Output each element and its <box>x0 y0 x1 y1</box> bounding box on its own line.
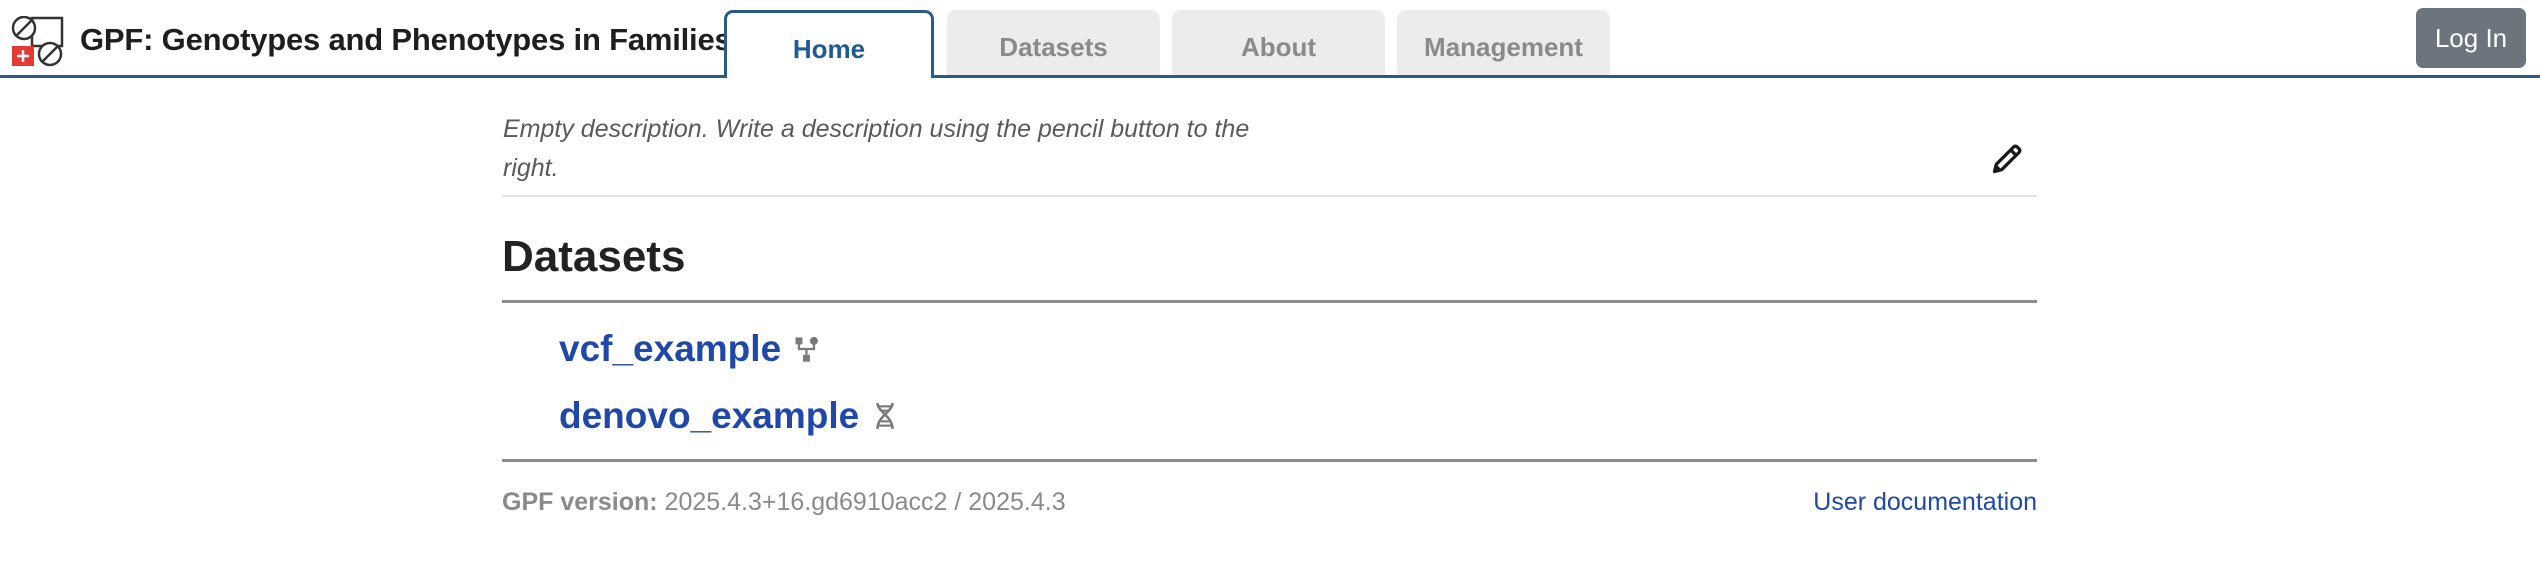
tab-datasets[interactable]: Datasets <box>947 10 1160 76</box>
dataset-link-denovo-example[interactable]: denovo_example <box>559 395 859 437</box>
family-tree-icon <box>795 336 819 362</box>
pencil-icon[interactable] <box>1990 140 2026 176</box>
tab-management[interactable]: Management <box>1397 10 1610 76</box>
datasets-heading: Datasets <box>502 232 686 281</box>
login-button[interactable]: Log In <box>2416 8 2526 68</box>
datasets-bottom-divider <box>502 459 2037 462</box>
dna-icon <box>876 402 895 430</box>
dataset-link-vcf-example[interactable]: vcf_example <box>559 328 781 370</box>
tab-home[interactable]: Home <box>724 10 934 78</box>
gpf-logo-icon[interactable] <box>10 16 66 68</box>
dataset-item: denovo_example <box>559 391 899 441</box>
top-navbar: GPF: Genotypes and Phenotypes in Familie… <box>0 0 2540 78</box>
app-title[interactable]: GPF: Genotypes and Phenotypes in Familie… <box>80 22 732 58</box>
gpf-version: GPF version: 2025.4.3+16.gd6910acc2 / 20… <box>502 488 1066 517</box>
description-divider <box>502 195 2037 197</box>
gpf-version-label: GPF version: <box>502 488 658 516</box>
tab-about[interactable]: About <box>1172 10 1385 76</box>
datasets-heading-divider <box>502 300 2037 303</box>
gpf-version-value: 2025.4.3+16.gd6910acc2 / 2025.4.3 <box>664 488 1066 516</box>
dataset-item: vcf_example <box>559 324 821 374</box>
user-documentation-link[interactable]: User documentation <box>1813 488 2037 517</box>
navbar-underline <box>0 75 2540 78</box>
home-description: Empty description. Write a description u… <box>503 115 1250 182</box>
